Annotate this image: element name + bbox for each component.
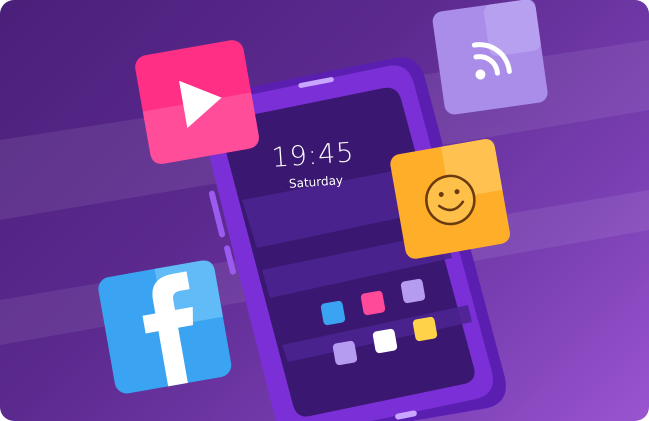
video-play-tile xyxy=(135,40,259,164)
smiley-tile xyxy=(390,139,510,259)
grid-app-2 xyxy=(360,290,386,316)
hero-illustration: 19:45 Saturday xyxy=(0,0,649,421)
grid-app-6 xyxy=(412,316,438,342)
grid-app-5 xyxy=(372,328,398,354)
grid-app-3 xyxy=(400,278,426,304)
grid-app-1 xyxy=(320,300,346,326)
grid-app-4 xyxy=(332,340,358,366)
wifi-tile xyxy=(432,0,548,115)
lock-screen-time: 19:45 xyxy=(270,137,356,174)
facebook-tile xyxy=(98,260,232,394)
phone-scene xyxy=(0,0,649,421)
